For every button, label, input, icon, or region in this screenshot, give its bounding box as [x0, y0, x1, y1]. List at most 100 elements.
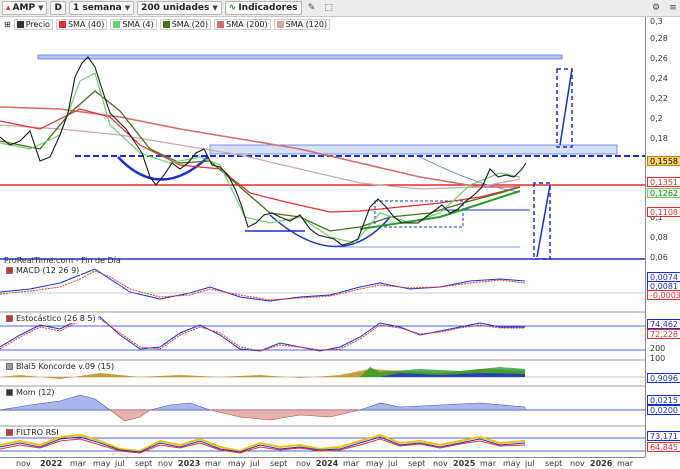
time-tick: nov [433, 459, 448, 468]
price-label-sma20: 0,1262 [647, 188, 680, 198]
koncorde-panel-title[interactable]: Blai5 Koncorde v.09 (15) [4, 362, 117, 371]
stoch-panel-title[interactable]: Estocástico (26 8 5) [4, 314, 98, 323]
rsi-label-2: 64,845 [647, 442, 680, 452]
price-label-current: 0,1558 [647, 156, 680, 166]
time-tick: sept [135, 459, 153, 468]
time-tick: may [503, 459, 521, 468]
stoch-d-line [0, 318, 525, 352]
indicators-icon: ∿ [228, 3, 237, 13]
mom-panel-title[interactable]: Mom (12) [4, 388, 57, 397]
projection-arrow-up[interactable] [559, 68, 573, 146]
price-label-other: 0,1108 [647, 207, 680, 217]
time-tick: nov [296, 459, 311, 468]
koncorde-color-swatch [6, 363, 13, 370]
price-label-sma40: 0,1351 [647, 177, 680, 187]
time-tick-year: 2023 [178, 459, 201, 468]
units-selector[interactable]: 200 unidades ▼ [137, 1, 222, 15]
time-tick-year: 2024 [316, 459, 339, 468]
price-chart[interactable] [0, 17, 645, 457]
drawing-tools-icon[interactable]: ✎ [305, 1, 319, 15]
cursor-icon[interactable]: ⬚ [322, 1, 336, 15]
time-tick: sept [408, 459, 426, 468]
time-tick-year: 2025 [453, 459, 476, 468]
price-tick: 0,28 [650, 34, 668, 43]
time-tick: sept [545, 459, 563, 468]
mom-title-label: Mom (12) [16, 388, 55, 397]
time-tick: mar [617, 459, 633, 468]
projection-arrow-down[interactable] [536, 184, 551, 258]
resistance-zone-mid[interactable] [209, 144, 618, 155]
menu-icon[interactable]: ≡ [666, 1, 680, 15]
momentum-panel[interactable] [0, 394, 645, 422]
mom-negative-area [109, 409, 361, 422]
indicators-button[interactable]: ∿ Indicadores [224, 1, 302, 15]
chevron-down-icon: ▼ [212, 4, 218, 12]
data-button-label: D [54, 3, 62, 13]
data-source-label: ProRealTime.com - Fin de Día [4, 256, 121, 265]
price-tick: 0,22 [650, 94, 668, 103]
mom-label-2: 0,0200 [647, 405, 680, 415]
symbol-selector[interactable]: ▴ AMP ▼ [2, 1, 48, 15]
time-tick: nov [158, 459, 173, 468]
macd-color-swatch [6, 267, 13, 274]
price-tick: 0,26 [650, 54, 668, 63]
time-tick: sept [270, 459, 288, 468]
time-tick: mar [480, 459, 496, 468]
price-tick: 0,06 [650, 253, 668, 262]
time-tick: mar [205, 459, 221, 468]
symbol-label: AMP [12, 3, 36, 13]
stoch-label-2: 72,228 [647, 329, 680, 339]
macd-panel[interactable] [0, 268, 645, 302]
chevron-down-icon: ▼ [38, 4, 44, 12]
time-tick: jul [115, 459, 125, 468]
time-tick: may [366, 459, 384, 468]
price-tick: 0,3 [650, 17, 663, 26]
time-tick: jul [388, 459, 398, 468]
indicators-label: Indicadores [238, 3, 298, 13]
koncorde-tick: 200 [650, 344, 666, 353]
mom-positive-area [0, 394, 526, 411]
time-axis[interactable]: nov 2022 mar may jul sept nov 2023 mar m… [0, 457, 645, 469]
koncorde-title-label: Blai5 Koncorde v.09 (15) [16, 362, 115, 371]
period-selector[interactable]: 1 semana ▼ [68, 1, 135, 15]
chevron-down-icon: ▼ [124, 4, 131, 12]
period-label: 1 semana [72, 3, 122, 13]
koncorde-tick: 100 [650, 354, 666, 363]
rsi-panel[interactable] [0, 433, 645, 454]
price-axis[interactable]: 0,3 0,28 0,26 0,24 0,22 0,2 0,18 0,1 0,0… [645, 17, 680, 457]
sma40-line [0, 108, 521, 213]
sma4-line [0, 72, 521, 244]
stoch-title-label: Estocástico (26 8 5) [16, 314, 96, 323]
data-button[interactable]: D [50, 1, 66, 15]
time-tick: mar [70, 459, 86, 468]
mom-label-1: 0,0215 [647, 395, 680, 405]
time-tick: may [93, 459, 111, 468]
chart-type-icon: ▴ [6, 3, 11, 13]
macd-panel-title[interactable]: MACD (12 26 9) [4, 266, 82, 275]
time-tick: jul [525, 459, 535, 468]
settings-icon[interactable]: ⚙ [649, 1, 663, 15]
rsi-color-swatch [6, 429, 13, 436]
time-tick-year: 2026 [590, 459, 613, 468]
price-tick: 0,08 [650, 233, 668, 242]
time-tick-year: 2022 [40, 459, 63, 468]
time-tick: may [228, 459, 246, 468]
price-tick: 0,18 [650, 134, 668, 143]
time-tick: jul [250, 459, 260, 468]
rsi-label-1: 73,171 [647, 431, 680, 441]
mom-color-swatch [6, 389, 13, 396]
koncorde-label: 0,9096 [647, 373, 680, 383]
stoch-color-swatch [6, 315, 13, 322]
macd-title-label: MACD (12 26 9) [16, 266, 80, 275]
resistance-zone-top[interactable] [37, 54, 563, 60]
toolbar: ▴ AMP ▼ D 1 semana ▼ 200 unidades ▼ ∿ In… [0, 0, 680, 17]
time-tick: nov [16, 459, 31, 468]
price-tick: 0,24 [650, 74, 668, 83]
units-label: 200 unidades [141, 3, 210, 13]
time-tick: nov [570, 459, 585, 468]
rsi-panel-title[interactable]: FILTRO RSI [4, 428, 61, 437]
macd-label-3: -0,0003 [647, 290, 680, 300]
price-tick: 0,2 [650, 114, 663, 123]
stoch-label-1: 74,462 [647, 319, 680, 329]
rsi-title-label: FILTRO RSI [16, 428, 59, 437]
